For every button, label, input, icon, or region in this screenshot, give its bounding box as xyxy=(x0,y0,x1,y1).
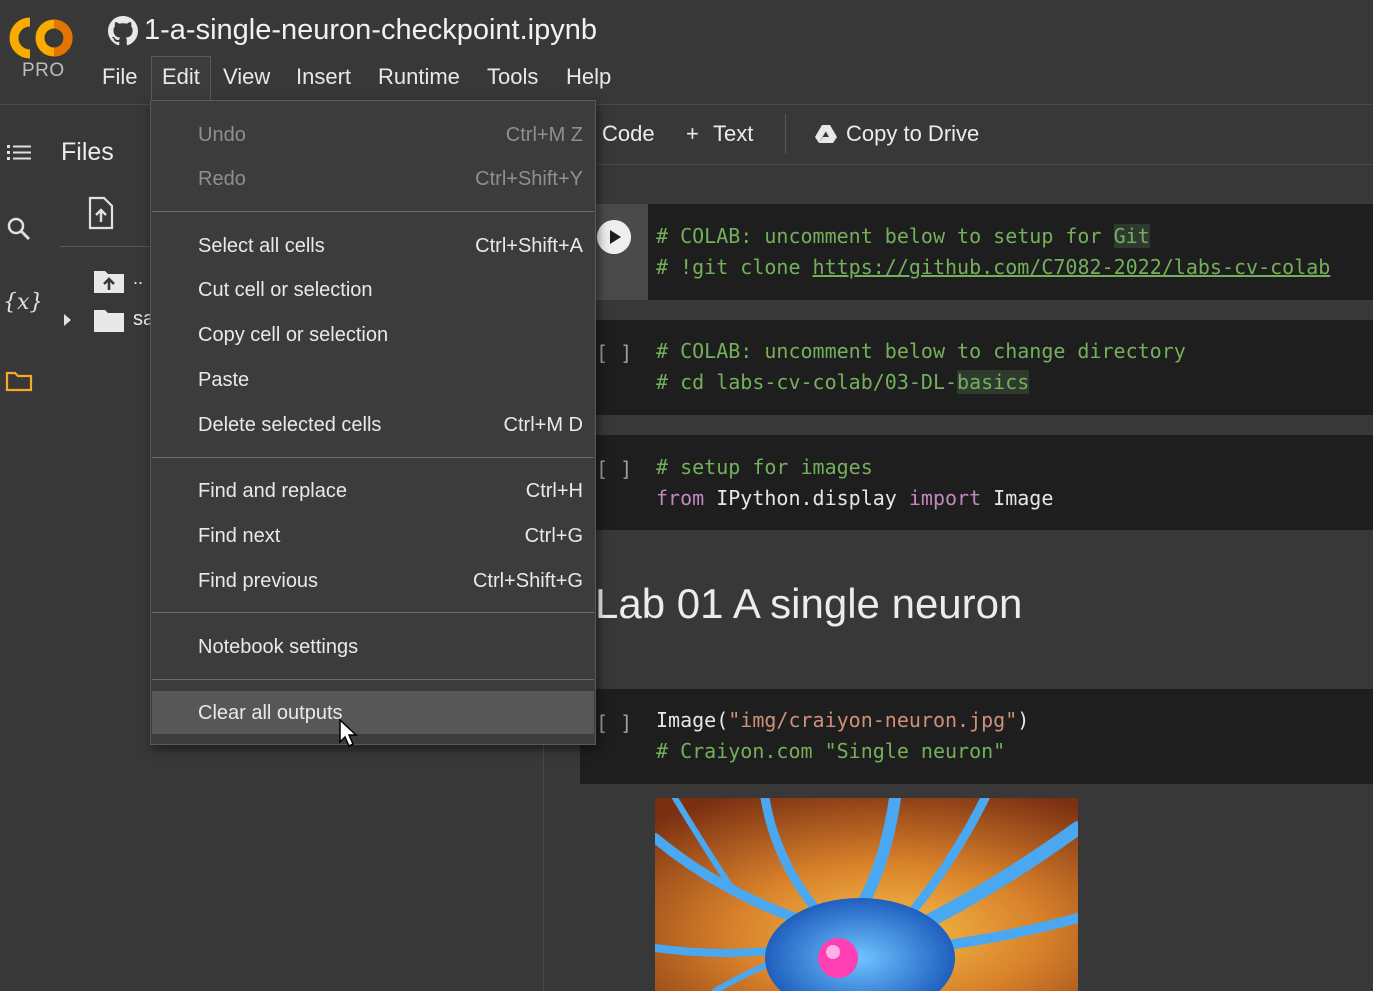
keyword-from: from xyxy=(656,486,705,510)
menu-item-cut[interactable]: Cut cell or selection xyxy=(198,279,373,302)
code-comment: # Craiyon.com "Single neuron" xyxy=(656,739,1006,763)
code-line[interactable]: # setup for images xyxy=(656,455,873,479)
cell-run-bracket[interactable]: [ ] xyxy=(596,711,632,735)
menu-item-find-next[interactable]: Find next xyxy=(198,525,280,548)
add-code-button[interactable]: Code xyxy=(602,121,655,147)
menu-item-delete[interactable]: Delete selected cells xyxy=(198,414,381,437)
cell-run-bracket[interactable]: [ ] xyxy=(596,457,632,481)
close-paren: ) xyxy=(1017,708,1030,732)
menu-item-undo[interactable]: Undo xyxy=(198,124,246,147)
pro-badge: PRO xyxy=(22,60,65,81)
string-literal: "img/craiyon-neuron.jpg" xyxy=(728,708,1018,732)
github-icon[interactable] xyxy=(108,16,138,46)
code-comment: # !git clone xyxy=(656,255,813,279)
menu-item-select-all[interactable]: Select all cells xyxy=(198,235,325,258)
colab-logo[interactable] xyxy=(8,14,78,64)
upload-file-icon[interactable] xyxy=(86,196,116,230)
code-cell-3[interactable] xyxy=(580,435,1373,530)
code-line[interactable]: # Craiyon.com "Single neuron" xyxy=(656,739,1005,763)
menu-item-find-replace[interactable]: Find and replace xyxy=(198,480,347,503)
files-divider xyxy=(60,246,150,247)
menu-separator xyxy=(152,612,594,613)
menu-file[interactable]: File xyxy=(102,64,137,92)
shortcut-find-previous: Ctrl+Shift+G xyxy=(472,570,583,592)
shortcut-delete: Ctrl+M D xyxy=(503,414,583,436)
run-cell-icon[interactable] xyxy=(597,220,631,254)
code-comment: # COLAB: uncomment below to change direc… xyxy=(656,339,1186,363)
expand-chevron-icon[interactable] xyxy=(60,310,74,330)
folder-icon xyxy=(94,310,124,332)
menu-item-find-previous[interactable]: Find previous xyxy=(198,570,318,593)
menu-item-notebook-settings[interactable]: Notebook settings xyxy=(198,636,358,659)
shortcut-redo: Ctrl+Shift+Y xyxy=(475,168,583,190)
files-folder-icon[interactable] xyxy=(4,366,34,396)
code-cell-4[interactable] xyxy=(580,689,1373,784)
menu-edit[interactable]: Edit xyxy=(162,64,200,92)
code-comment: # setup for images xyxy=(656,455,873,479)
github-link[interactable]: https://github.com/C7082-2022/labs-cv-co… xyxy=(813,255,1331,279)
toolbar-divider xyxy=(785,114,786,154)
table-of-contents-icon[interactable] xyxy=(4,138,34,168)
code-line[interactable]: # !git clone https://github.com/C7082-20… xyxy=(656,255,1330,279)
neuron-image xyxy=(655,798,1078,991)
menu-item-redo[interactable]: Redo xyxy=(198,168,246,191)
menu-runtime[interactable]: Runtime xyxy=(378,64,460,92)
code-cell-1[interactable] xyxy=(580,204,1373,300)
code-line[interactable]: # COLAB: uncomment below to change direc… xyxy=(656,339,1186,363)
menu-insert[interactable]: Insert xyxy=(296,64,351,92)
code-comment: # COLAB: uncomment below to setup for xyxy=(656,224,1114,248)
plus-icon: + xyxy=(686,121,699,146)
notebook-title[interactable]: 1-a-single-neuron-checkpoint.ipynb xyxy=(144,14,597,47)
shortcut-undo: Ctrl+M Z xyxy=(505,124,583,146)
menu-tools[interactable]: Tools xyxy=(487,64,538,92)
folder-up-icon[interactable] xyxy=(93,268,125,294)
keyword-import: import xyxy=(908,486,982,510)
files-panel-title: Files xyxy=(61,138,114,166)
menu-item-paste[interactable]: Paste xyxy=(198,369,249,392)
search-icon[interactable] xyxy=(4,214,34,244)
menu-separator xyxy=(152,211,594,212)
code-line[interactable]: # cd labs-cv-colab/03-DL-basics xyxy=(656,370,1030,394)
shortcut-find-next: Ctrl+G xyxy=(524,525,583,547)
code-line[interactable]: # COLAB: uncomment below to setup for Gi… xyxy=(656,224,1150,248)
code-line[interactable]: Image("img/craiyon-neuron.jpg") xyxy=(656,708,1029,732)
import-name: Image xyxy=(981,486,1054,510)
menu-separator xyxy=(152,457,594,458)
module-name: IPython.display xyxy=(704,486,909,510)
menu-item-copy[interactable]: Copy cell or selection xyxy=(198,324,388,347)
code-cell-2[interactable] xyxy=(580,320,1373,415)
section-heading: Lab 01 A single neuron xyxy=(595,580,1023,627)
menu-item-clear-outputs[interactable]: Clear all outputs xyxy=(198,702,343,725)
shortcut-find-replace: Ctrl+H xyxy=(525,480,583,502)
shortcut-select-all: Ctrl+Shift+A xyxy=(475,235,583,257)
menu-help[interactable]: Help xyxy=(566,64,611,92)
copy-to-drive-button[interactable]: Copy to Drive xyxy=(846,121,979,147)
drive-icon xyxy=(815,125,837,143)
code-comment-highlight: Git xyxy=(1113,224,1150,248)
code-comment: # cd labs-cv-colab/03-DL- xyxy=(656,370,958,394)
function-call: Image( xyxy=(656,708,729,732)
code-comment-highlight: basics xyxy=(957,370,1030,394)
menu-separator xyxy=(152,679,594,680)
cell-run-bracket[interactable]: [ ] xyxy=(596,341,632,365)
code-line[interactable]: from IPython.display import Image xyxy=(656,486,1053,510)
variables-icon[interactable]: {x} xyxy=(3,290,43,315)
mouse-cursor-icon xyxy=(339,718,358,748)
parent-dir-label[interactable]: .. xyxy=(133,268,143,289)
menu-view[interactable]: View xyxy=(223,64,270,92)
add-text-button[interactable]: Text xyxy=(713,121,753,147)
